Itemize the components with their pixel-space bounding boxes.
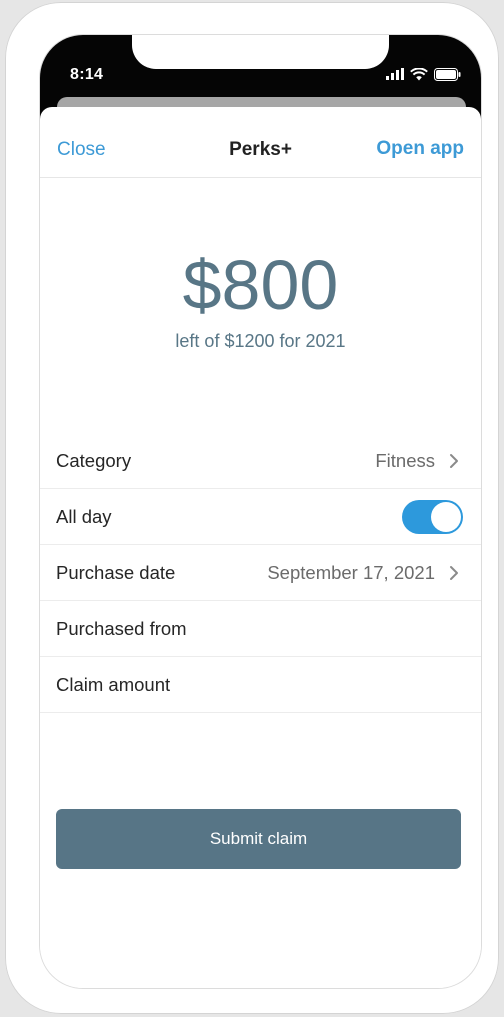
chevron-right-icon	[450, 566, 458, 580]
all-day-toggle[interactable]	[402, 500, 463, 534]
all-day-label: All day	[56, 506, 112, 527]
claim-amount-field: Claim amount	[56, 674, 171, 695]
claim-amount-row[interactable]: Claim amount	[40, 657, 481, 713]
remaining-subtitle: left of $1200 for 2021	[175, 331, 346, 351]
remaining-amount: $800	[182, 246, 339, 324]
status-icons	[386, 67, 461, 81]
purchased-from-row[interactable]: Purchased from	[40, 601, 481, 657]
purchase-date-label: Purchase date	[56, 562, 176, 583]
purchased-from-field: Purchased from	[56, 618, 187, 639]
wifi-icon	[410, 67, 428, 80]
all-day-row: All day	[40, 489, 481, 545]
claim-sheet: Close Perks+ Open app $800 left of $1200…	[40, 107, 481, 988]
open-app-button[interactable]: Open app	[376, 138, 464, 160]
category-row[interactable]: Category Fitness	[40, 433, 481, 489]
toggle-knob	[431, 502, 461, 532]
claim-form: Category Fitness All day Purchase date S…	[40, 433, 481, 713]
category-value: Fitness	[375, 450, 435, 471]
status-time: 8:14	[70, 66, 104, 83]
battery-icon	[434, 67, 461, 81]
submit-claim-button[interactable]: Submit claim	[56, 809, 461, 869]
signal-icon	[386, 68, 404, 80]
phone-frame: 8:14 Close Perks+ Open app $800 left of …	[5, 2, 499, 1014]
purchase-date-value: September 17, 2021	[267, 562, 435, 583]
category-label: Category	[56, 450, 132, 471]
purchase-date-row[interactable]: Purchase date September 17, 2021	[40, 545, 481, 601]
phone-screen: 8:14 Close Perks+ Open app $800 left of …	[39, 34, 482, 989]
notch	[132, 35, 389, 69]
sheet-nav-bar: Close Perks+ Open app	[40, 107, 481, 178]
chevron-right-icon	[450, 454, 458, 468]
